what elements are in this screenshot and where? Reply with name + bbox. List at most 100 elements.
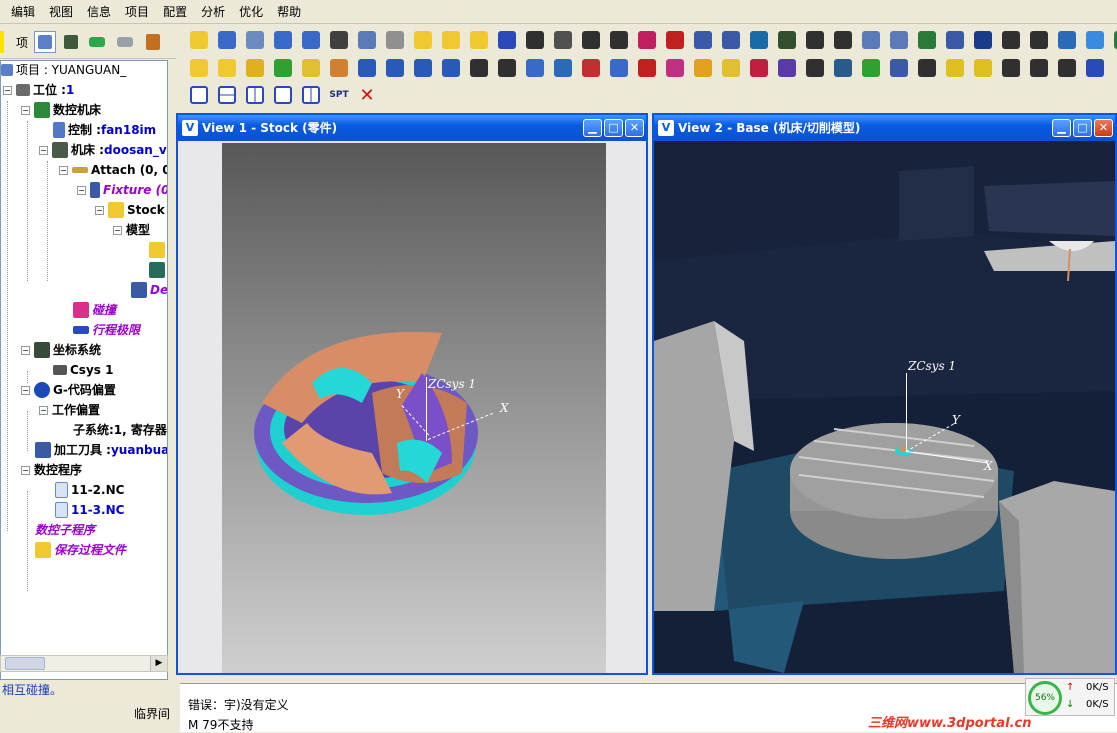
menu-optimize[interactable]: 优化 [232,2,270,22]
g1-icon[interactable] [970,27,996,53]
paint-icon[interactable] [326,55,352,81]
minimize-button[interactable]: ▁ [1052,119,1071,137]
people-icon[interactable] [830,55,856,81]
ip-file-icon[interactable] [270,27,296,53]
heart-check-icon[interactable] [746,27,772,53]
multi-icon[interactable] [746,55,772,81]
tree-csys[interactable]: Csys 1 [53,361,113,379]
layout-horizontal-icon[interactable] [214,82,240,108]
close-button[interactable]: ✕ [625,119,644,137]
compass-icon[interactable] [830,27,856,53]
tree-tooling[interactable]: 加工刀具 : yuanbuan [35,441,167,459]
tree-nc-machine[interactable]: − 数控机床 [21,101,101,119]
open-project-icon[interactable] [438,27,464,53]
tree-icon[interactable] [578,27,604,53]
tree-program-1[interactable]: 11-2.NC [55,481,124,499]
tree-gcode-offsets[interactable]: − G-代码偏置 [21,381,116,399]
grid-icon[interactable] [774,27,800,53]
view2-titlebar[interactable]: V View 2 - Base (机床/切削模型) ▁ □ ✕ [654,115,1115,141]
import-icon[interactable] [326,27,352,53]
tree-sub-system[interactable]: 子系统:1, 寄存器: [73,421,167,439]
diamond2-icon[interactable] [214,55,240,81]
menu-info[interactable]: 信息 [80,2,118,22]
menu-edit[interactable]: 编辑 [4,2,42,22]
stock-canvas[interactable]: ZCsys 1 X Y [222,143,606,673]
close-button[interactable]: ✕ [1094,119,1113,137]
machine-setup-icon[interactable] [1110,27,1117,53]
view1-titlebar[interactable]: V View 1 - Stock (零件) ▁ □ ✕ [178,115,646,141]
collapse-toggle[interactable]: − [113,225,122,235]
vericut-icon[interactable] [1082,27,1108,53]
collapse-toggle[interactable]: − [59,165,68,175]
tree-model[interactable]: − 模型 [113,221,150,239]
mm-file-icon[interactable] [242,27,268,53]
zoom-out-icon[interactable] [410,55,436,81]
document-icon[interactable] [382,27,408,53]
apt-icon[interactable] [606,27,632,53]
collapse-toggle[interactable]: − [39,145,48,155]
save-folder-icon[interactable] [410,27,436,53]
tree-save-process[interactable]: 保存过程文件 [35,541,126,559]
disk2-icon[interactable] [886,27,912,53]
delete-x-icon[interactable]: ✕ [354,82,380,108]
tree-project[interactable]: 项目 : YUANGUAN_ [1,61,126,79]
nc-program-icon[interactable] [354,27,380,53]
scroll-right-arrow-icon[interactable]: ▶ [150,656,167,671]
vc-file-icon[interactable] [214,27,240,53]
slash-icon[interactable] [774,55,800,81]
tree-travel-limits[interactable]: 行程极限 [73,321,140,339]
tree-fixture[interactable]: − Fixture (0, [77,181,167,199]
view1-window[interactable]: V View 1 - Stock (零件) ▁ □ ✕ ZCsys 1 X Y [176,113,648,675]
fit-icon[interactable] [438,55,464,81]
properties-icon[interactable] [34,31,56,53]
tool-icon[interactable] [494,27,520,53]
info-icon[interactable] [550,55,576,81]
door-icon[interactable] [142,31,164,53]
diamond-icon[interactable] [186,55,212,81]
tree-subroutines[interactable]: 数控子程序 [35,521,95,539]
project-tree[interactable]: 项目 : YUANGUAN_ − 工位 : 1 − 数控机床 控制 : fan18i… [0,60,168,680]
camera-icon[interactable] [802,55,828,81]
tree-nc-programs[interactable]: − 数控程序 [21,461,82,479]
colors-icon[interactable] [634,27,660,53]
collapse-toggle[interactable]: − [3,85,12,95]
window-icon[interactable] [1082,55,1108,81]
open-folder-icon[interactable] [186,27,212,53]
transform-icon[interactable] [1054,55,1080,81]
machine-icon[interactable] [60,31,82,53]
stock-viewport[interactable]: ZCsys 1 X Y [178,141,646,673]
menu-help[interactable]: 帮助 [270,2,308,22]
menu-view[interactable]: 视图 [42,2,80,22]
printer2-icon[interactable] [886,55,912,81]
tree-collision[interactable]: 碰撞 [73,301,116,319]
zoom-in-icon[interactable] [382,55,408,81]
export-icon[interactable] [522,27,548,53]
tree-attach[interactable]: −Attach (0, 0, 0 [59,161,167,179]
save-icon[interactable] [690,27,716,53]
cube-icon[interactable] [298,55,324,81]
zoom-icon[interactable] [354,55,380,81]
tree-program-2[interactable]: 11-3.NC [55,501,124,519]
back-arrow-icon[interactable] [114,31,136,53]
minimize-button[interactable]: ▁ [583,119,602,137]
rotate4-icon[interactable] [998,55,1024,81]
tool-list-icon[interactable] [998,27,1024,53]
envelope-icon[interactable] [858,55,884,81]
tree-design[interactable]: Des [131,281,167,299]
view2-window[interactable]: V View 2 - Base (机床/切削模型) ▁ □ ✕ ZCsys 1 … [652,113,1117,675]
tree-control[interactable]: 控制 : fan18im [53,121,156,139]
doc-check-icon[interactable] [606,55,632,81]
rotate2-icon[interactable] [942,55,968,81]
ip-save-icon[interactable] [298,27,324,53]
menu-project[interactable]: 项目 [118,2,156,22]
menu-config[interactable]: 配置 [156,2,194,22]
collapse-toggle[interactable]: − [77,185,86,195]
cube-color-icon[interactable] [662,55,688,81]
collapse-toggle[interactable]: − [21,345,30,355]
disk-icon[interactable] [858,27,884,53]
rotate-icon[interactable] [914,55,940,81]
maximize-button[interactable]: □ [1073,119,1092,137]
gmxy-icon[interactable] [942,27,968,53]
model-icon[interactable] [718,27,744,53]
upload-icon[interactable] [522,55,548,81]
